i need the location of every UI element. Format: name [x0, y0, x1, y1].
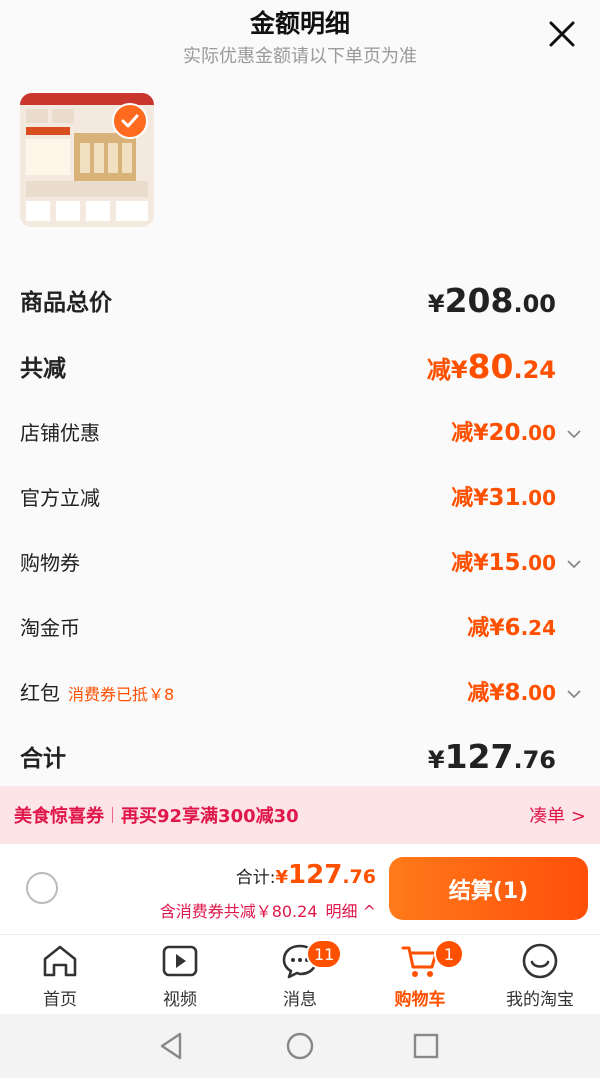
message-badge: 11 — [306, 939, 343, 969]
row-label: 购物券 — [20, 550, 80, 575]
amount-dec: .00 — [520, 551, 556, 575]
amount-int: 15 — [488, 550, 521, 576]
total-label: 合计: — [235, 868, 276, 888]
sheet-title: 金额明细 — [249, 9, 350, 38]
row-amount: 减¥ 6 .24 — [467, 610, 582, 642]
amount-dec: .24 — [513, 355, 556, 384]
bottom-tab-bar: 首页 视频 11 消息 1 购物车 我的淘宝 — [0, 934, 600, 1014]
saving-info: 含消费券共减￥80.24 明细 ^ — [160, 898, 376, 922]
amount-prefix: ¥ — [427, 289, 445, 318]
amount-prefix: 减¥ — [467, 681, 505, 706]
amount-dec: .00 — [513, 289, 556, 318]
saving-text: 含消费券共减￥80.24 — [159, 902, 318, 921]
amount-prefix: 减¥ — [451, 551, 489, 576]
promo-desc: 再买92享满300减30 — [121, 806, 299, 827]
tab-video[interactable]: 视频 — [120, 935, 240, 1015]
row-label: 合计 — [20, 746, 66, 772]
chevron-down-icon[interactable] — [556, 685, 582, 704]
select-all-radio[interactable] — [26, 872, 58, 904]
amount-int: 80 — [467, 346, 514, 386]
amount-prefix: 减¥ — [451, 486, 489, 511]
tab-label: 购物车 — [394, 990, 446, 1010]
row-label: 商品总价 — [20, 290, 112, 316]
tab-label: 消息 — [283, 990, 317, 1010]
chevron-down-icon[interactable] — [556, 555, 582, 574]
cart-badge: 1 — [434, 939, 464, 969]
profile-icon — [522, 943, 558, 979]
home-icon — [43, 945, 77, 977]
row-label: 店铺优惠 — [20, 420, 100, 445]
row-amount: ¥ 127 .76 — [428, 737, 582, 776]
tab-label: 视频 — [163, 990, 197, 1010]
selected-check-icon[interactable] — [112, 103, 148, 139]
row-amount: ¥ 208 .00 — [428, 281, 582, 320]
recents-icon[interactable] — [408, 1028, 444, 1064]
amount-int: 208 — [444, 280, 514, 320]
row-label-text: 红包 — [20, 680, 60, 705]
row-label: 红包 消费券已抵￥8 — [20, 677, 174, 706]
promo-divider — [112, 807, 113, 823]
total-int: 127 — [288, 860, 343, 890]
amount-int: 8 — [504, 680, 521, 706]
checkout-bar: 合计: ¥ 127 .76 含消费券共减￥80.24 明细 ^ 结算(1) — [0, 844, 600, 934]
tab-label: 我的淘宝 — [506, 990, 574, 1010]
amount-dec: .24 — [520, 616, 556, 640]
row-label: 官方立减 — [20, 485, 100, 510]
row-taojinbi: 淘金币 减¥ 6 .24 — [20, 606, 582, 646]
promo-banner[interactable]: 美食惊喜券 再买92享满300减30 凑单 > — [0, 786, 600, 844]
product-thumbnail[interactable] — [20, 93, 154, 227]
promo-tag: 美食惊喜券 — [14, 806, 104, 827]
amount-int: 31 — [488, 485, 521, 511]
row-goods-total: 商品总价 ¥ 208 .00 — [20, 280, 582, 320]
tab-profile[interactable]: 我的淘宝 — [480, 935, 600, 1015]
video-icon — [162, 945, 198, 977]
row-amount: 减¥ 8 .00 — [467, 675, 582, 707]
row-amount: 减¥ 20 .00 — [451, 415, 582, 447]
sheet-subtitle: 实际优惠金额请以下单页为准 — [183, 46, 417, 67]
row-amount: 减¥ 15 .00 — [451, 545, 582, 577]
row-red-packet[interactable]: 红包 消费券已抵￥8 减¥ 8 .00 — [20, 671, 582, 711]
amount-prefix: 减¥ — [451, 421, 489, 446]
amount-dec: .00 — [520, 486, 556, 510]
row-grand-total: 合计 ¥ 127 .76 — [20, 736, 582, 776]
row-amount: 减¥ 31 .00 — [451, 480, 582, 512]
row-shop-discount[interactable]: 店铺优惠 减¥ 20 .00 — [20, 411, 582, 451]
tab-messages[interactable]: 11 消息 — [240, 935, 360, 1015]
total-dec: .76 — [342, 866, 376, 888]
row-shopping-coupon[interactable]: 购物券 减¥ 15 .00 — [20, 541, 582, 581]
detail-toggle[interactable]: 明细 ^ — [326, 898, 377, 922]
row-total-discount: 共减 减¥ 80 .24 — [20, 346, 582, 386]
price-detail-sheet: 金额明细 实际优惠金额请以下单页为准 商品总价 ¥ 208 .00 共减 减¥ … — [0, 0, 600, 786]
row-amount: 减¥ 80 .24 — [427, 347, 582, 386]
amount-prefix: 减¥ — [426, 355, 468, 384]
chevron-down-icon[interactable] — [556, 425, 582, 444]
row-label: 共减 — [20, 356, 66, 382]
amount-dec: .00 — [520, 681, 556, 705]
amount-prefix: 减¥ — [467, 616, 505, 641]
tab-cart[interactable]: 1 购物车 — [360, 935, 480, 1015]
tab-home[interactable]: 首页 — [0, 935, 120, 1015]
checkout-button[interactable]: 结算(1) — [389, 857, 588, 920]
red-packet-note: 消费券已抵￥8 — [68, 684, 175, 704]
amount-dec: .76 — [513, 745, 556, 774]
total-prefix: ¥ — [275, 867, 289, 888]
home-circle-icon[interactable] — [282, 1028, 318, 1064]
amount-prefix: ¥ — [427, 745, 445, 774]
close-icon[interactable] — [546, 18, 578, 50]
amount-dec: .00 — [520, 421, 556, 445]
tab-label: 首页 — [43, 990, 77, 1010]
amount-int: 6 — [504, 615, 521, 641]
checkout-total: 合计: ¥ 127 .76 — [236, 860, 376, 890]
promo-add-items-link[interactable]: 凑单 > — [529, 802, 586, 828]
amount-int: 127 — [444, 736, 514, 776]
row-label: 淘金币 — [20, 615, 80, 640]
cart-icon — [401, 946, 438, 977]
back-icon[interactable] — [154, 1028, 190, 1064]
row-official-discount: 官方立减 减¥ 31 .00 — [20, 476, 582, 516]
system-navigation-bar — [0, 1014, 600, 1078]
amount-int: 20 — [488, 420, 521, 446]
